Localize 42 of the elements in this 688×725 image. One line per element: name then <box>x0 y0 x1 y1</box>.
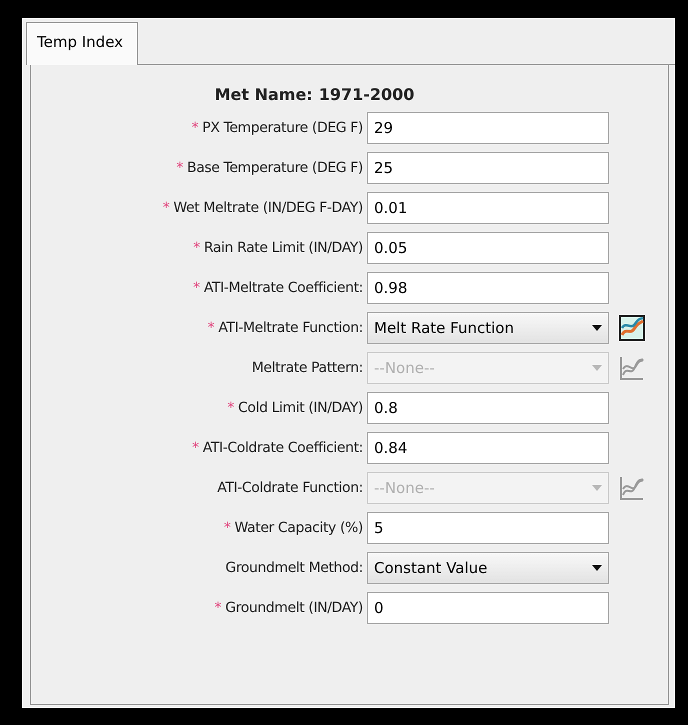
input-field[interactable]: 29 <box>367 112 609 144</box>
field-label: Base Temperature (DEG F) <box>187 160 363 176</box>
required-asterisk: * <box>192 120 198 136</box>
caret-icon <box>592 565 602 571</box>
required-asterisk: * <box>193 240 200 256</box>
input-field[interactable]: 0.8 <box>367 392 609 424</box>
input-field[interactable]: 0.05 <box>367 232 609 264</box>
required-asterisk: * <box>214 600 222 616</box>
required-asterisk: * <box>208 320 214 336</box>
input-field[interactable]: 5 <box>367 512 609 544</box>
dropdown[interactable]: Melt Rate Function <box>367 312 609 344</box>
caret-icon <box>592 325 602 331</box>
required-asterisk: * <box>192 440 199 456</box>
caret-icon <box>592 485 602 491</box>
chart-icon[interactable] <box>619 315 645 341</box>
dropdown[interactable]: Constant Value <box>367 552 609 584</box>
met-name-label: Met Name: <box>214 85 313 104</box>
input-field[interactable]: 0.84 <box>367 432 609 464</box>
field-label: Groundmelt (IN/DAY) <box>225 600 363 616</box>
field-label: ATI-Coldrate Function: <box>217 480 363 496</box>
required-asterisk: * <box>224 520 230 536</box>
field-label: PX Temperature (DEG F) <box>202 120 363 136</box>
required-asterisk: * <box>176 160 183 176</box>
field-label: Cold Limit (IN/DAY) <box>238 400 363 416</box>
input-field[interactable]: 0 <box>367 592 609 624</box>
required-asterisk: * <box>193 280 200 296</box>
required-asterisk: * <box>162 200 170 216</box>
field-label: Groundmelt Method: <box>225 560 363 576</box>
input-field[interactable]: 0.98 <box>367 272 609 304</box>
required-asterisk: * <box>227 400 234 416</box>
field-label: ATI-Meltrate Coefficient: <box>204 280 363 296</box>
input-field[interactable]: 25 <box>367 152 609 184</box>
field-label: Meltrate Pattern: <box>252 360 363 376</box>
field-label: ATI-Meltrate Function: <box>218 320 363 336</box>
input-field[interactable]: 0.01 <box>367 192 609 224</box>
tab[interactable]: Temp Index <box>26 22 138 65</box>
met-name-value: 1971-2000 <box>318 85 414 104</box>
field-label: ATI-Coldrate Coefficient: <box>202 440 363 456</box>
caret-icon <box>592 365 602 371</box>
field-label: Wet Meltrate (IN/DEG F-DAY) <box>173 200 363 216</box>
field-label: Water Capacity (%) <box>234 520 363 536</box>
field-label: Rain Rate Limit (IN/DAY) <box>204 240 363 256</box>
